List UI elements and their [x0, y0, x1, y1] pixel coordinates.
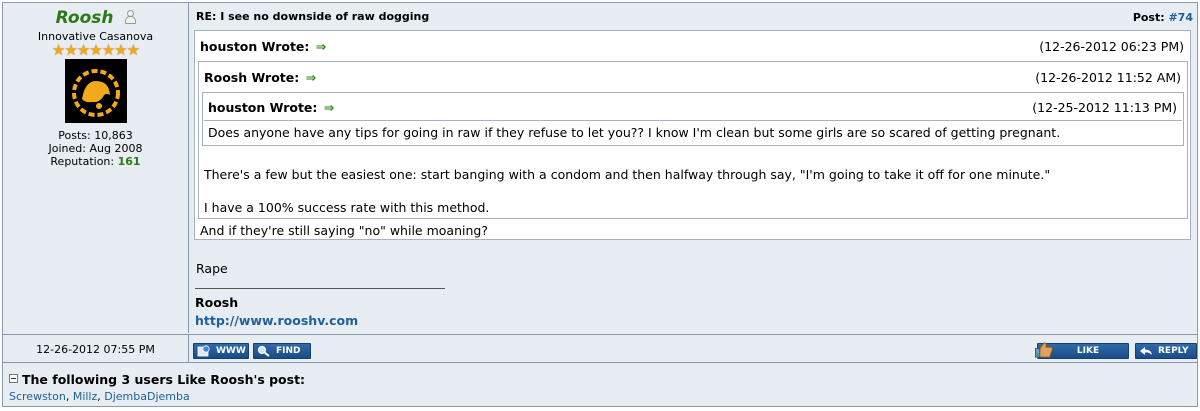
liker-link[interactable]: Millz	[73, 390, 97, 403]
signature-divider	[195, 288, 445, 289]
quote-outer-author: houston Wrote:	[200, 39, 310, 54]
reply-button[interactable]: REPLY	[1135, 343, 1197, 359]
svg-text:+: +	[1034, 352, 1041, 359]
quote-outer-arrow-icon[interactable]: ⇒	[316, 39, 326, 54]
quote-outer: houston Wrote: ⇒ (12-26-2012 06:23 PM) R…	[194, 30, 1191, 240]
forum-post: Roosh Innovative Casanova ★★★★★★★ Posts:…	[2, 2, 1198, 407]
find-button[interactable]: FIND	[253, 343, 311, 359]
like-button[interactable]: + LIKE	[1034, 342, 1129, 359]
quote-mid-text-1: There's a few but the easiest one: start…	[204, 167, 1051, 182]
collapse-icon[interactable]	[9, 374, 18, 383]
liker-link[interactable]: DjembaDjemba	[104, 390, 189, 403]
quote-mid-header: Roosh Wrote: ⇒	[204, 70, 316, 85]
search-icon	[257, 345, 270, 357]
likes-section: The following 3 users Like Roosh's post:…	[3, 364, 1197, 406]
signature-name: Roosh	[195, 295, 239, 310]
quote-inner-author: houston Wrote:	[208, 100, 318, 115]
reputation-label: Reputation:	[50, 155, 118, 168]
post-number-label: Post:	[1132, 11, 1169, 24]
quote-mid-arrow-icon[interactable]: ⇒	[306, 70, 316, 85]
www-button[interactable]: WWW	[193, 343, 249, 359]
post-number: Post: #74	[1133, 11, 1193, 24]
post-title: RE: I see no downside of raw dogging	[196, 10, 430, 23]
rating-stars-icon: ★★★★★★★	[51, 41, 140, 59]
liker-separator: ,	[65, 390, 73, 403]
reputation: Reputation: 161	[3, 155, 188, 168]
likes-heading-text: The following 3 users Like Roosh's post:	[22, 372, 306, 387]
globe-icon	[197, 345, 210, 357]
likes-user-list: Screwston, Millz, DjembaDjemba	[9, 390, 190, 403]
post-date: 12-26-2012 07:55 PM	[3, 335, 189, 363]
quote-inner: houston Wrote: ⇒ (12-25-2012 11:13 PM) D…	[202, 92, 1184, 146]
avatar[interactable]	[64, 59, 127, 123]
liker-link[interactable]: Screwston	[9, 390, 66, 403]
post-content: RE: I see no downside of raw dogging Pos…	[190, 3, 1197, 333]
quote-mid-author: Roosh Wrote:	[204, 70, 300, 85]
quote-inner-arrow-icon[interactable]: ⇒	[324, 100, 334, 115]
quote-inner-divider	[204, 120, 1182, 121]
signature-link[interactable]: http://www.rooshv.com	[195, 313, 358, 328]
likes-heading: The following 3 users Like Roosh's post:	[9, 372, 305, 387]
author-panel: Roosh Innovative Casanova ★★★★★★★ Posts:…	[3, 3, 189, 333]
avatar-image	[64, 59, 127, 123]
post-action-bar: 12-26-2012 07:55 PM WWW FIND + LIKE REPL…	[3, 334, 1197, 363]
author-name-row: Roosh	[3, 8, 188, 28]
like-button-label: LIKE	[1076, 346, 1100, 356]
quote-mid-date: (12-26-2012 11:52 AM)	[1035, 70, 1181, 85]
find-button-label: FIND	[276, 346, 301, 356]
quote-inner-text: Does anyone have any tips for going in r…	[208, 125, 1061, 140]
quote-inner-date: (12-25-2012 11:13 PM)	[1032, 100, 1177, 115]
reply-button-label: REPLY	[1158, 346, 1189, 356]
www-button-label: WWW	[216, 346, 246, 356]
join-date: Joined: Aug 2008	[48, 142, 143, 155]
author-stats: Posts: 10,863 Joined: Aug 2008 Reputatio…	[3, 129, 188, 168]
author-name[interactable]: Roosh	[56, 8, 114, 28]
quote-outer-date: (12-26-2012 06:23 PM)	[1039, 39, 1184, 54]
thumbs-up-icon: +	[1034, 342, 1053, 359]
reputation-value[interactable]: 161	[118, 155, 141, 168]
post-reply-text: Rape	[196, 261, 228, 276]
quote-mid: Roosh Wrote: ⇒ (12-26-2012 11:52 AM) hou…	[198, 61, 1188, 219]
reply-arrow-icon	[1140, 347, 1152, 355]
post-number-link[interactable]: #74	[1168, 11, 1193, 24]
quote-mid-text-2: I have a 100% success rate with this met…	[204, 200, 490, 215]
post-count: Posts: 10,863	[58, 129, 133, 142]
quote-outer-reply: And if they're still saying "no" while m…	[200, 223, 488, 238]
quote-outer-header: houston Wrote: ⇒	[200, 39, 326, 54]
quote-inner-header: houston Wrote: ⇒	[208, 100, 334, 115]
offline-user-icon	[125, 10, 137, 24]
